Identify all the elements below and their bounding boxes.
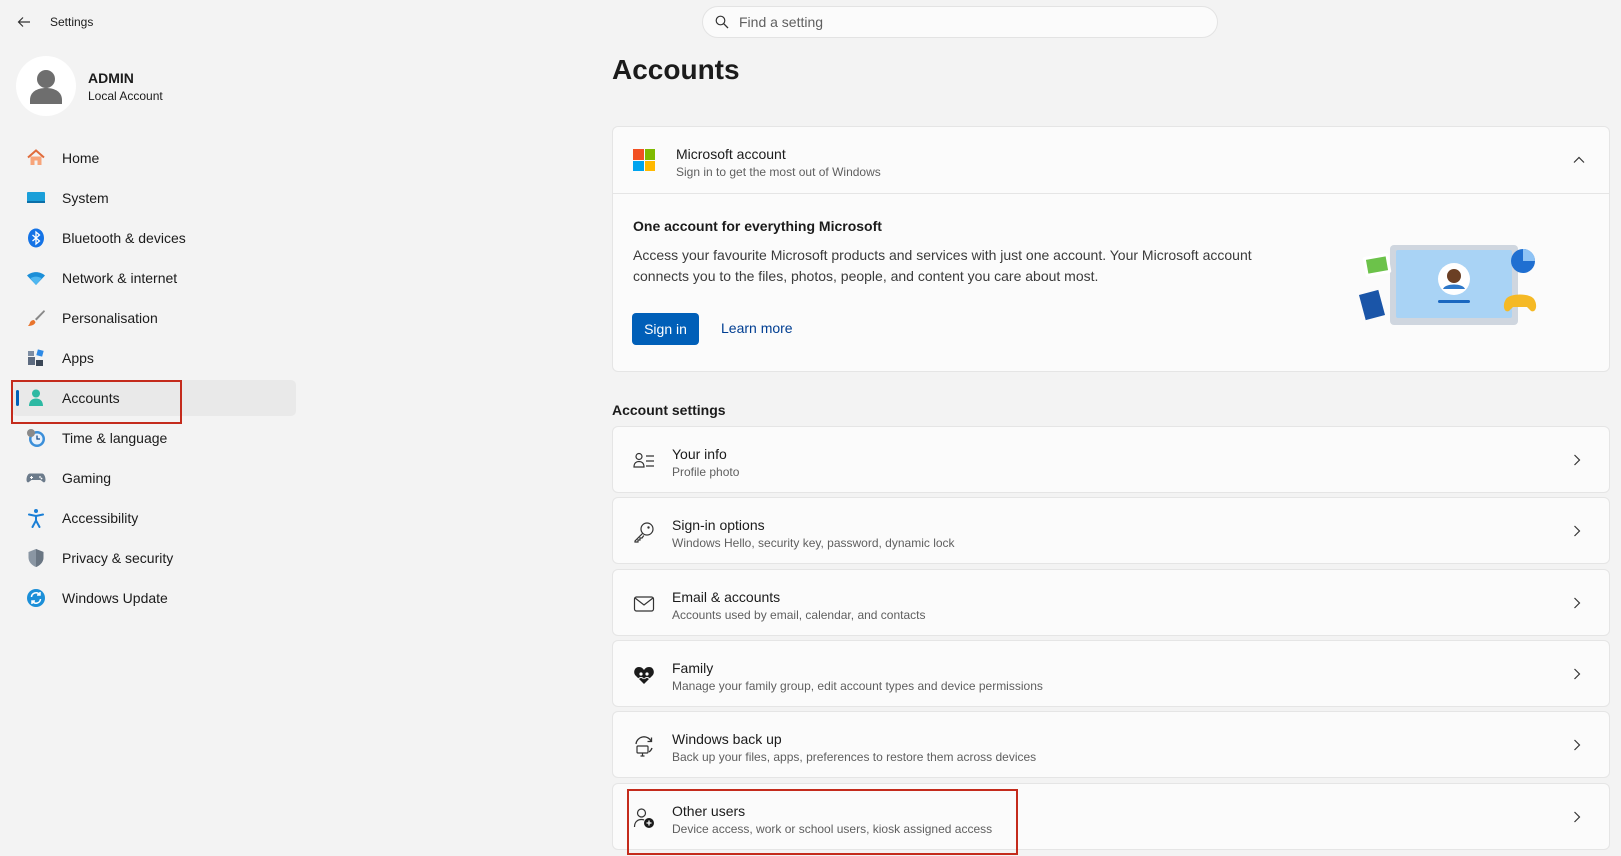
mail-icon xyxy=(633,593,655,615)
bluetooth-icon xyxy=(26,228,46,248)
other-users-row[interactable]: Other users Device access, work or schoo… xyxy=(612,783,1610,850)
row-title: Other users xyxy=(672,803,746,819)
row-subtitle: Accounts used by email, calendar, and co… xyxy=(672,608,926,622)
family-heart-icon xyxy=(633,664,655,686)
avatar[interactable] xyxy=(16,56,76,116)
row-title: Windows back up xyxy=(672,731,782,747)
family-row[interactable]: Family Manage your family group, edit ac… xyxy=(612,640,1610,707)
row-title: Family xyxy=(672,660,714,676)
sidebar-item-network-internet[interactable]: Network & internet xyxy=(12,260,296,296)
row-subtitle: Windows Hello, security key, password, d… xyxy=(672,536,955,550)
sidebar-item-apps[interactable]: Apps xyxy=(12,340,296,376)
microsoft-account-illustration xyxy=(1358,245,1537,325)
microsoft-account-body-title: One account for everything Microsoft xyxy=(633,218,882,234)
sidebar-nav: Home System Bluetooth & devices Network … xyxy=(12,140,296,620)
sidebar-item-label: Bluetooth & devices xyxy=(62,230,186,246)
chevron-right-icon xyxy=(1569,665,1585,683)
shield-icon xyxy=(26,548,46,568)
your-info-icon xyxy=(633,450,655,472)
sign-in-options-row[interactable]: Sign-in options Windows Hello, security … xyxy=(612,497,1610,564)
sidebar-item-home[interactable]: Home xyxy=(12,140,296,176)
sidebar-item-accounts[interactable]: Accounts xyxy=(12,380,296,416)
row-subtitle: Back up your files, apps, preferences to… xyxy=(672,750,1037,764)
chevron-right-icon xyxy=(1569,451,1585,469)
sidebar-item-windows-update[interactable]: Windows Update xyxy=(12,580,296,616)
chevron-right-icon xyxy=(1569,808,1585,826)
back-arrow-icon xyxy=(17,17,30,27)
app-title: Settings xyxy=(50,15,94,29)
brush-icon xyxy=(26,308,46,328)
add-user-icon xyxy=(633,807,655,829)
home-icon xyxy=(26,148,46,168)
system-icon xyxy=(26,188,46,208)
chevron-up-icon[interactable] xyxy=(1569,150,1589,170)
sidebar-item-label: Accessibility xyxy=(62,510,139,526)
update-icon xyxy=(26,588,46,608)
search-input[interactable] xyxy=(739,14,1179,30)
row-subtitle: Profile photo xyxy=(672,465,740,479)
microsoft-logo-icon xyxy=(633,149,655,171)
sidebar-item-time-language[interactable]: Time & language xyxy=(12,420,296,456)
row-subtitle: Manage your family group, edit account t… xyxy=(672,679,1043,693)
sign-in-button[interactable]: Sign in xyxy=(632,313,699,345)
learn-more-link[interactable]: Learn more xyxy=(721,320,793,336)
sidebar-item-label: Home xyxy=(62,150,100,166)
apps-icon xyxy=(26,348,46,368)
sidebar-item-label: System xyxy=(62,190,109,206)
profile-name: ADMIN xyxy=(88,70,134,86)
sidebar-item-label: Windows Update xyxy=(62,590,168,606)
chevron-right-icon xyxy=(1569,594,1585,612)
accounts-icon xyxy=(26,388,46,408)
sidebar-item-privacy-security[interactable]: Privacy & security xyxy=(12,540,296,576)
email-accounts-row[interactable]: Email & accounts Accounts used by email,… xyxy=(612,569,1610,636)
title-bar: Settings xyxy=(0,0,1621,44)
backup-icon xyxy=(633,735,655,757)
windows-backup-row[interactable]: Windows back up Back up your files, apps… xyxy=(612,711,1610,778)
your-info-row[interactable]: Your info Profile photo xyxy=(612,426,1610,493)
sidebar-item-label: Personalisation xyxy=(62,310,158,326)
sidebar-item-personalisation[interactable]: Personalisation xyxy=(12,300,296,336)
sidebar-item-label: Privacy & security xyxy=(62,550,174,566)
sidebar-item-accessibility[interactable]: Accessibility xyxy=(12,500,296,536)
page-title: Accounts xyxy=(612,54,740,85)
accessibility-icon xyxy=(26,508,46,528)
sidebar-item-label: Accounts xyxy=(62,390,120,406)
microsoft-account-card: Microsoft account Sign in to get the mos… xyxy=(612,126,1610,372)
account-settings-heading: Account settings xyxy=(612,402,726,418)
gamepad-icon xyxy=(26,468,46,488)
wifi-icon xyxy=(26,268,46,288)
search-icon xyxy=(715,15,729,29)
row-title: Sign-in options xyxy=(672,517,765,533)
microsoft-account-body-text: Access your favourite Microsoft products… xyxy=(633,247,1252,284)
microsoft-account-title: Microsoft account xyxy=(676,146,786,162)
sidebar-item-label: Gaming xyxy=(62,470,112,486)
sidebar-item-label: Apps xyxy=(62,350,94,366)
back-button[interactable] xyxy=(12,10,36,34)
profile-account-type: Local Account xyxy=(88,89,163,103)
chevron-right-icon xyxy=(1569,736,1585,754)
row-title: Email & accounts xyxy=(672,589,781,605)
sidebar-item-bluetooth-devices[interactable]: Bluetooth & devices xyxy=(12,220,296,256)
sidebar-item-label: Network & internet xyxy=(62,270,178,286)
row-title: Your info xyxy=(672,446,727,462)
sidebar-item-gaming[interactable]: Gaming xyxy=(12,460,296,496)
sidebar-item-label: Time & language xyxy=(62,430,168,446)
time-language-icon xyxy=(26,428,46,448)
microsoft-account-subtitle: Sign in to get the most out of Windows xyxy=(676,165,881,179)
microsoft-account-header[interactable]: Microsoft account Sign in to get the mos… xyxy=(613,127,1609,194)
row-subtitle: Device access, work or school users, kio… xyxy=(672,822,993,836)
search-box[interactable] xyxy=(702,6,1218,38)
chevron-right-icon xyxy=(1569,522,1585,540)
default-user-icon xyxy=(30,70,62,104)
key-icon xyxy=(633,521,655,543)
sidebar-item-system[interactable]: System xyxy=(12,180,296,216)
